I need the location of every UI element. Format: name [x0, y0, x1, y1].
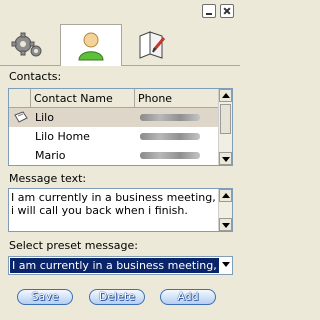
scroll-up-icon[interactable] [219, 189, 232, 202]
gears-icon [11, 32, 42, 57]
message-label: Message text: [9, 172, 87, 185]
column-header-phone[interactable]: Phone [135, 89, 219, 108]
contact-card-icon [14, 111, 28, 123]
scroll-thumb[interactable] [220, 104, 231, 134]
user-icon [78, 32, 104, 60]
add-button[interactable]: Add [160, 289, 216, 305]
preset-selected-value: I am currently in a business meeting, i … [10, 258, 219, 273]
list-item[interactable]: Mario [9, 146, 219, 165]
column-header-name[interactable]: Contact Name [31, 89, 135, 108]
contact-name: Lilo [35, 111, 54, 124]
contact-phone-redacted [140, 152, 200, 159]
message-scrollbar[interactable] [218, 189, 232, 231]
list-header: Contact Name Phone [9, 89, 219, 108]
scroll-down-icon[interactable] [219, 152, 232, 165]
scroll-up-icon[interactable] [219, 89, 232, 102]
notebook-icon [139, 31, 166, 59]
preset-label: Select preset message: [9, 239, 138, 252]
tab-bar [0, 22, 240, 66]
list-item[interactable]: Lilo Home [9, 127, 219, 146]
minimize-icon[interactable] [202, 4, 216, 18]
list-item[interactable]: Lilo [9, 108, 219, 127]
tab-messages[interactable] [124, 24, 178, 64]
contacts-label: Contacts: [9, 70, 62, 83]
title-bar [0, 0, 240, 22]
tab-settings[interactable] [0, 24, 54, 64]
contact-name: Mario [35, 149, 66, 162]
contacts-scrollbar[interactable] [218, 89, 232, 165]
chevron-down-icon[interactable] [222, 262, 230, 267]
delete-button[interactable]: Delete [89, 289, 145, 305]
column-header-icon[interactable] [9, 89, 31, 108]
contact-name: Lilo Home [35, 130, 90, 143]
message-text: I am currently in a business meeting, i … [11, 191, 216, 217]
save-button[interactable]: Save [17, 289, 73, 305]
contacts-list[interactable]: Contact Name Phone Lilo Lilo Home Mario [8, 88, 233, 166]
tab-contacts[interactable] [60, 24, 122, 66]
message-textarea[interactable]: I am currently in a business meeting, i … [8, 188, 233, 232]
contact-phone-redacted [140, 133, 200, 140]
contact-phone-redacted [140, 114, 200, 121]
close-icon[interactable] [220, 4, 234, 18]
preset-select[interactable]: I am currently in a business meeting, i … [8, 256, 233, 275]
scroll-down-icon[interactable] [219, 218, 232, 231]
